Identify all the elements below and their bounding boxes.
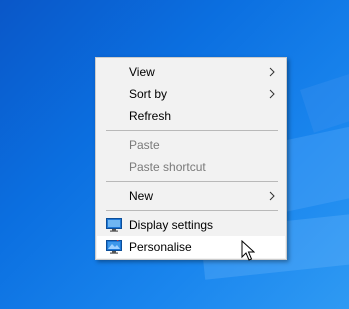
- menu-item-new[interactable]: New: [97, 185, 285, 207]
- display-icon: [106, 218, 122, 232]
- menu-separator: [106, 181, 278, 182]
- menu-item-paste[interactable]: Paste: [97, 134, 285, 156]
- menu-item-sort-by[interactable]: Sort by: [97, 83, 285, 105]
- chevron-right-icon: [269, 89, 275, 99]
- menu-item-label: Paste shortcut: [129, 160, 206, 174]
- menu-separator: [106, 210, 278, 211]
- desktop-context-menu: View Sort by Refresh Paste Paste shortcu…: [95, 57, 287, 260]
- menu-item-display-settings[interactable]: Display settings: [97, 214, 285, 236]
- wallpaper-light-beam: [300, 52, 349, 133]
- chevron-right-icon: [269, 191, 275, 201]
- menu-item-label: New: [129, 189, 154, 203]
- mouse-cursor-icon: [241, 240, 255, 261]
- menu-item-paste-shortcut[interactable]: Paste shortcut: [97, 156, 285, 178]
- menu-item-label: Sort by: [129, 87, 168, 101]
- menu-item-label: View: [129, 65, 155, 79]
- menu-item-label: Personalise: [129, 240, 192, 254]
- personalise-icon: [106, 240, 122, 254]
- menu-item-refresh[interactable]: Refresh: [97, 105, 285, 127]
- menu-item-label: Paste: [129, 138, 160, 152]
- menu-separator: [106, 130, 278, 131]
- chevron-right-icon: [269, 67, 275, 77]
- menu-item-label: Display settings: [129, 218, 214, 232]
- menu-item-label: Refresh: [129, 109, 172, 123]
- menu-item-view[interactable]: View: [97, 61, 285, 83]
- menu-item-personalise[interactable]: Personalise: [97, 236, 285, 258]
